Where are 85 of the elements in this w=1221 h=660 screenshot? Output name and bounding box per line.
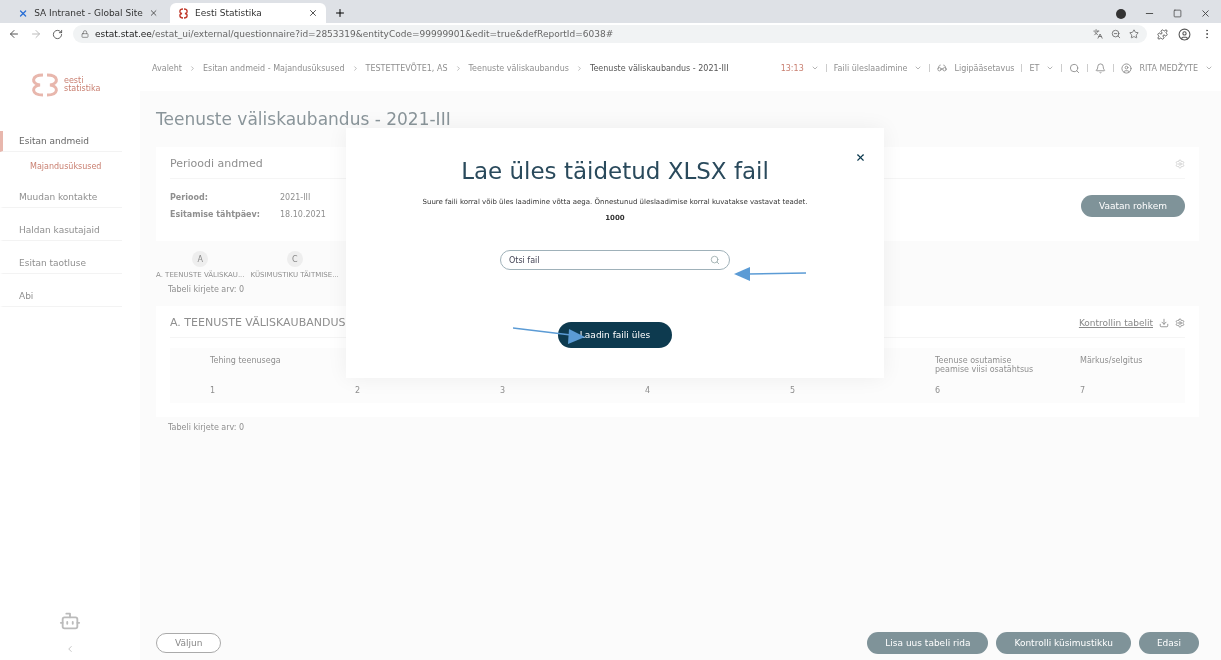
step-circle[interactable]: C bbox=[286, 251, 303, 267]
translate-icon[interactable] bbox=[1093, 29, 1103, 39]
logo-text: eesti statistika bbox=[64, 77, 102, 93]
step-circle[interactable]: A bbox=[192, 251, 209, 267]
new-tab-icon[interactable] bbox=[334, 7, 346, 19]
lock-icon bbox=[81, 30, 89, 38]
upload-button[interactable]: Laadin faili üles bbox=[557, 322, 673, 348]
file-search-field[interactable]: Otsi fail bbox=[500, 250, 730, 270]
column-number: 2 bbox=[354, 385, 362, 397]
action-button[interactable]: Lisa uus tabeli rida bbox=[867, 632, 989, 654]
field-label: Periood: bbox=[170, 193, 209, 202]
download-icon[interactable] bbox=[1159, 317, 1169, 328]
accessibility-link[interactable]: Ligipääsetavus bbox=[954, 63, 1015, 73]
column-header: Tehing teenusega bbox=[209, 355, 282, 367]
record-count: Tabeli kirjete arv: 0 bbox=[167, 284, 246, 296]
chevron-icon[interactable] bbox=[1046, 64, 1055, 72]
url-text: estat.stat.ee/estat_ui/external/questionnaire?id=2853319&entityCode=99999901&edit=true&defReportId=6038# bbox=[95, 29, 614, 39]
chevron-icon bbox=[189, 64, 196, 72]
field-value: 2021-III bbox=[280, 193, 312, 202]
es-logo-icon bbox=[178, 7, 189, 19]
column-number: 3 bbox=[499, 385, 507, 397]
breadcrumb-link[interactable]: Teenuste väliskaubandus bbox=[468, 63, 569, 73]
column-header: Teenuse osutamise peamise viisi osatähtsus bbox=[934, 355, 1035, 376]
column-number: 6 bbox=[934, 385, 942, 397]
address-bar[interactable]: estat.stat.ee/estat_ui/external/questionnaire?id=2853319&entityCode=99999901&edit=true&defReportId=6038# bbox=[73, 25, 1147, 43]
session-time[interactable]: 13:13 bbox=[780, 63, 804, 73]
breadcrumb-link[interactable]: Esitan andmeid - Majandusüksused bbox=[203, 63, 345, 73]
puzzle-icon[interactable] bbox=[1157, 28, 1168, 40]
table-title: A. TEENUSTE VÄLISKAUBANDUS bbox=[170, 316, 346, 329]
back-icon[interactable] bbox=[8, 28, 20, 40]
column-number: 5 bbox=[789, 385, 797, 397]
browser-tab[interactable]: SA Intranet - Global Site bbox=[10, 3, 166, 23]
zoom-icon[interactable] bbox=[1111, 29, 1121, 39]
robot-icon[interactable] bbox=[59, 610, 81, 632]
chevron-icon[interactable] bbox=[810, 64, 819, 72]
upload-menu[interactable]: Faili üleslaadimine bbox=[833, 63, 908, 73]
nav-subitem[interactable]: Majandusüksused bbox=[0, 152, 140, 175]
field-label: Esitamise tähtpäev: bbox=[170, 210, 261, 219]
nav-item[interactable]: Abi bbox=[0, 286, 122, 307]
column-number: 1 bbox=[209, 385, 217, 397]
view-more-button[interactable]: Vaatan rohkem bbox=[1081, 195, 1185, 217]
card-title: Perioodi andmed bbox=[170, 157, 263, 170]
language-menu[interactable]: ET bbox=[1029, 63, 1040, 73]
nav-item[interactable]: Haldan kasutajaid bbox=[0, 220, 122, 241]
close-icon[interactable] bbox=[1200, 8, 1211, 19]
browser-tab[interactable]: Eesti Statistika bbox=[170, 3, 326, 23]
breadcrumb-link[interactable]: TESTETTEVÕTE1, AS bbox=[365, 63, 448, 73]
forward-icon[interactable] bbox=[30, 28, 42, 40]
action-button[interactable]: Kontrolli küsimustikku bbox=[996, 632, 1131, 654]
record-count: Tabeli kirjete arv: 0 bbox=[167, 422, 246, 434]
account-icon[interactable] bbox=[1178, 27, 1191, 41]
column-number: 4 bbox=[644, 385, 652, 397]
settings-icon[interactable] bbox=[1175, 317, 1185, 328]
collapse-icon[interactable] bbox=[65, 644, 75, 654]
field-value: 18.10.2021 bbox=[280, 210, 327, 219]
exit-button[interactable]: Väljun bbox=[156, 633, 222, 653]
bell-icon[interactable] bbox=[1095, 62, 1107, 74]
user-menu[interactable]: RITA MEDŽYTE bbox=[1139, 63, 1198, 73]
nav-item[interactable]: Esitan taotluse bbox=[0, 253, 122, 274]
breadcrumb-link[interactable]: Avaleht bbox=[152, 63, 182, 73]
dialog-title: Lae üles täidetud XLSX fail bbox=[461, 158, 769, 184]
glasses-icon bbox=[937, 63, 948, 73]
chevron-icon bbox=[351, 64, 359, 72]
action-button[interactable]: Edasi bbox=[1138, 632, 1199, 654]
check-table-link[interactable]: Kontrollin tabelit bbox=[1078, 317, 1153, 328]
cross-logo-icon bbox=[18, 7, 29, 19]
close-button[interactable] bbox=[855, 152, 866, 163]
search-icon[interactable] bbox=[710, 255, 720, 265]
reload-icon[interactable] bbox=[52, 28, 63, 40]
profile-dot-icon[interactable] bbox=[1116, 8, 1126, 19]
column-header: Märkus/selgitus bbox=[1079, 355, 1144, 367]
nav-item[interactable]: Muudan kontakte bbox=[0, 187, 122, 208]
search-icon[interactable] bbox=[1069, 62, 1081, 74]
page-title: Teenuste väliskaubandus - 2021-III bbox=[156, 109, 452, 129]
chevron-icon bbox=[575, 64, 583, 72]
column-number: 7 bbox=[1079, 385, 1087, 397]
chevron-icon[interactable] bbox=[1205, 64, 1213, 72]
nav-item[interactable]: Esitan andmeid bbox=[0, 131, 122, 152]
close-icon[interactable] bbox=[308, 8, 318, 18]
user-icon bbox=[1121, 62, 1133, 74]
chevron-icon bbox=[454, 64, 462, 72]
annotation-arrow bbox=[734, 266, 806, 282]
restore-icon[interactable] bbox=[1173, 9, 1182, 18]
chevron-icon[interactable] bbox=[914, 64, 923, 72]
star-icon[interactable] bbox=[1129, 29, 1139, 39]
